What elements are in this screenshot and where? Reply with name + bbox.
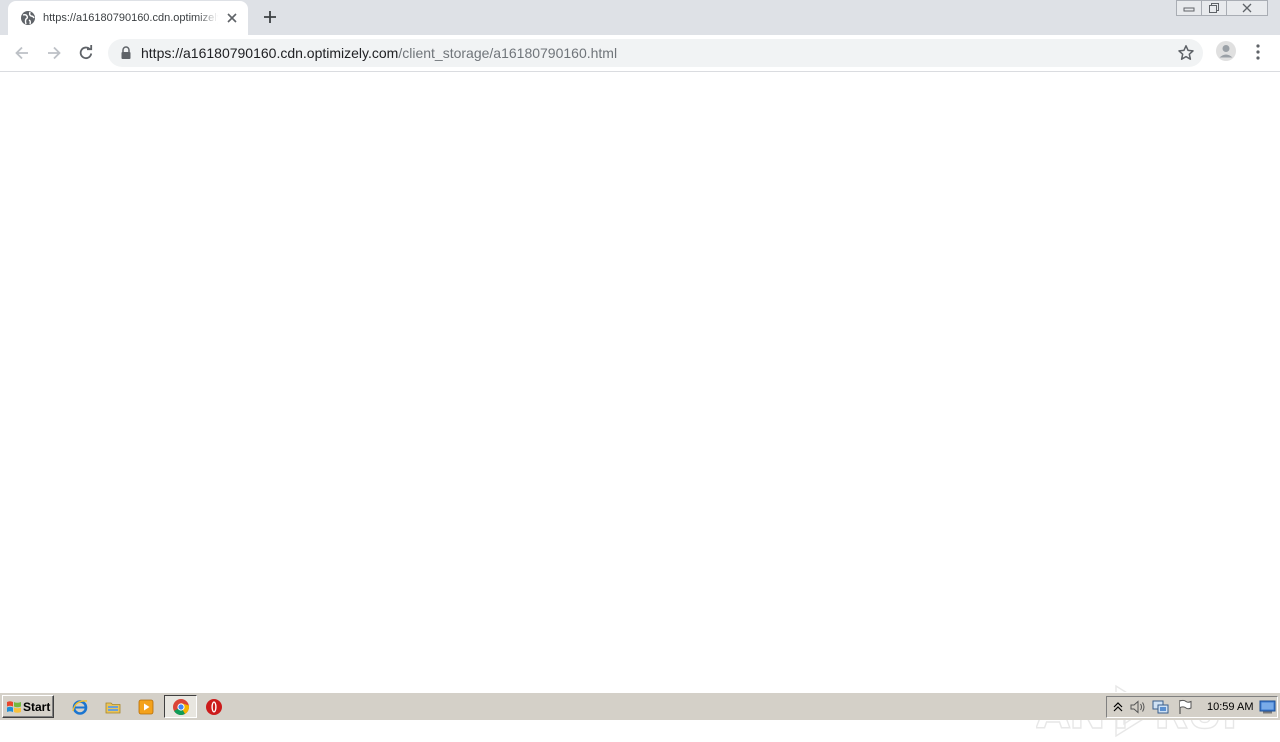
tab-title: https://a16180790160.cdn.optimizely	[43, 12, 218, 24]
profile-avatar-icon[interactable]	[1215, 40, 1237, 62]
opera-glyph	[206, 699, 222, 715]
reload-button[interactable]	[74, 41, 98, 65]
url-path: /client_storage/a16180790160.html	[398, 45, 618, 61]
volume-icon[interactable]	[1129, 699, 1147, 715]
start-label: Start	[23, 699, 51, 714]
tab-strip: https://a16180790160.cdn.optimizely	[0, 0, 1280, 35]
windows-explorer-icon[interactable]	[103, 697, 123, 717]
reload-icon	[79, 45, 93, 60]
restore-button[interactable]	[1201, 0, 1227, 16]
close-tab-icon[interactable]	[224, 10, 240, 26]
action-center-flag-icon[interactable]	[1176, 699, 1194, 715]
url-text[interactable]: https://a16180790160.cdn.optimizely.com/…	[141, 39, 617, 67]
browser-tab[interactable]: https://a16180790160.cdn.optimizely	[8, 1, 248, 35]
globe-icon	[21, 11, 35, 25]
ie-glyph	[72, 700, 88, 715]
minimize-button[interactable]	[1176, 0, 1202, 16]
forward-button[interactable]	[42, 41, 66, 65]
kebab-menu-icon[interactable]	[1250, 41, 1266, 63]
bookmark-star-icon[interactable]	[1177, 44, 1195, 62]
taskbar-clock[interactable]: 10:59 AM	[1207, 697, 1253, 717]
new-tab-icon[interactable]	[260, 7, 280, 27]
network-icon[interactable]	[1152, 699, 1170, 715]
close-icon	[1242, 3, 1252, 13]
url-host: https://a16180790160.cdn.optimizely.com	[141, 45, 399, 61]
start-button[interactable]: Start	[2, 695, 54, 718]
opera-icon[interactable]	[204, 697, 224, 717]
minimize-icon	[1183, 7, 1195, 12]
browser-toolbar: https://a16180790160.cdn.optimizely.com/…	[0, 35, 1280, 72]
media-glyph	[138, 699, 154, 715]
chrome-icon	[173, 699, 190, 715]
show-desktop-icon[interactable]	[1259, 699, 1277, 715]
forward-arrow-icon	[48, 46, 61, 60]
page-content: ANY RUN	[0, 72, 1280, 740]
back-arrow-icon	[15, 46, 28, 60]
folder-glyph	[105, 702, 121, 714]
system-tray: 10:59 AM	[1106, 696, 1278, 718]
windows-logo-icon	[7, 700, 21, 713]
media-player-icon[interactable]	[136, 697, 156, 717]
address-bar[interactable]: https://a16180790160.cdn.optimizely.com/…	[108, 39, 1203, 67]
internet-explorer-icon[interactable]	[70, 697, 90, 717]
restore-icon	[1209, 3, 1219, 13]
show-hidden-icons-chevron[interactable]	[1109, 699, 1127, 715]
window-controls	[1176, 0, 1268, 17]
close-window-button[interactable]	[1226, 0, 1268, 16]
chrome-taskbar-button[interactable]	[164, 695, 197, 718]
windows-taskbar: Start 10:59 AM	[0, 692, 1280, 720]
back-button[interactable]	[10, 41, 34, 65]
lock-icon[interactable]	[120, 46, 132, 60]
